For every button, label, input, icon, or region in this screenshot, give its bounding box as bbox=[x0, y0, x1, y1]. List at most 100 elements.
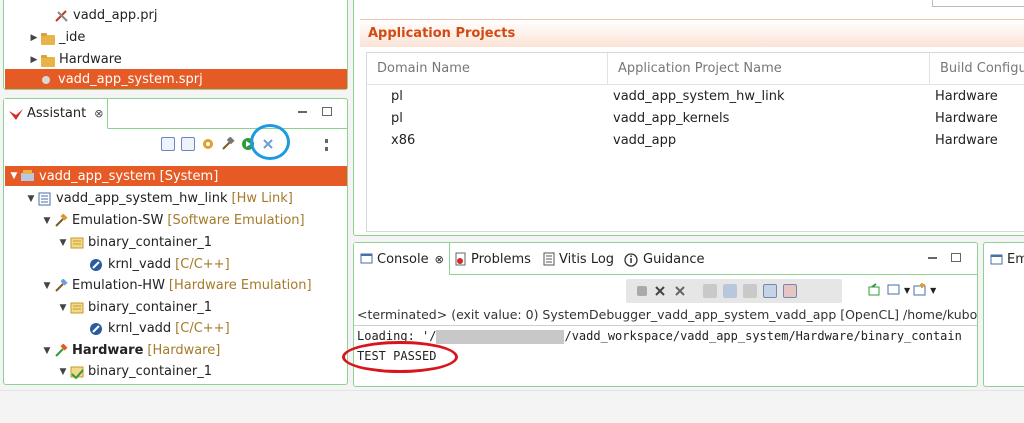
scroll-lock-icon[interactable] bbox=[723, 284, 737, 298]
assistant-panel: Assistant ⊗ ▼ vadd_app_system [System] ▼ bbox=[3, 98, 348, 385]
console-icon bbox=[360, 252, 374, 266]
tree-item-emulation-hw[interactable]: ▼ Emulation-HW [Hardware Emulation] bbox=[41, 275, 312, 296]
kernel-icon bbox=[89, 258, 105, 272]
chevron-down-icon[interactable]: ▼ bbox=[41, 281, 53, 291]
open-console-icon[interactable] bbox=[913, 283, 927, 297]
maximize-icon[interactable] bbox=[951, 253, 961, 262]
tree-item-vadd-app-prj[interactable]: vadd_app.prj bbox=[54, 5, 157, 26]
domain-cell: pl bbox=[391, 111, 403, 126]
show-stderr-icon[interactable] bbox=[783, 284, 797, 298]
tree-item-label: _ide bbox=[59, 30, 86, 45]
console-panel: Console ⊗ Problems Vitis Log Guidance ▼ … bbox=[342, 242, 978, 387]
tree-item-system[interactable]: ▼ vadd_app_system [System] bbox=[5, 166, 347, 186]
tree-item-krnl-vadd-hw-emu[interactable]: krnl_vadd [C/C++] bbox=[89, 318, 230, 339]
tab-strip-line bbox=[450, 274, 977, 275]
column-header[interactable]: Domain Name bbox=[367, 53, 608, 84]
minimize-icon[interactable] bbox=[298, 111, 307, 113]
config-cell: Hardware bbox=[935, 89, 998, 104]
console-icon bbox=[990, 253, 1004, 267]
tab-guidance[interactable]: Guidance bbox=[624, 243, 705, 275]
tree-item-label: Hardware bbox=[59, 52, 122, 67]
maximize-icon[interactable] bbox=[322, 107, 332, 116]
domain-cell: x86 bbox=[391, 133, 416, 148]
project-cell: vadd_app bbox=[613, 133, 677, 148]
expand-all-icon[interactable] bbox=[181, 137, 195, 151]
word-wrap-icon[interactable] bbox=[743, 284, 757, 298]
remove-launch-icon[interactable] bbox=[653, 284, 667, 298]
folder-icon bbox=[40, 31, 56, 45]
tree-item-hardware-folder[interactable]: ▶ Hardware bbox=[28, 49, 122, 70]
chevron-down-icon[interactable]: ▼ bbox=[41, 216, 53, 226]
tab-strip-line bbox=[108, 128, 347, 129]
tree-item-label: vadd_app_system_hw_link bbox=[56, 191, 228, 206]
console-toolbar-right: ▼ ▼ bbox=[864, 283, 936, 297]
console-separator bbox=[354, 325, 977, 326]
assistant-tab[interactable]: Assistant ⊗ bbox=[4, 99, 108, 129]
chevron-right-icon[interactable]: ▶ bbox=[28, 55, 40, 65]
tab-console[interactable]: Console ⊗ bbox=[354, 243, 450, 275]
run-button-highlight-circle bbox=[250, 124, 290, 160]
table-row[interactable]: pl vadd_app_kernels Hardware bbox=[367, 108, 1024, 130]
close-icon[interactable]: ⊗ bbox=[435, 253, 444, 266]
tab-problems[interactable]: Problems bbox=[454, 243, 531, 275]
project-cell: vadd_app_kernels bbox=[613, 111, 730, 126]
log-icon bbox=[542, 252, 556, 266]
tree-item-vadd-app-system-sprj[interactable]: vadd_app_system.sprj bbox=[5, 69, 347, 89]
show-stdout-icon[interactable] bbox=[763, 284, 777, 298]
tree-item-label: Emulation-HW bbox=[72, 278, 165, 293]
close-icon[interactable]: ⊗ bbox=[94, 107, 103, 120]
tab-vitis-log[interactable]: Vitis Log bbox=[542, 243, 614, 275]
view-menu-icon[interactable] bbox=[325, 139, 328, 151]
chevron-right-icon[interactable]: ▶ bbox=[28, 33, 40, 43]
minimize-icon[interactable] bbox=[928, 257, 937, 259]
clear-console-icon[interactable] bbox=[703, 284, 717, 298]
domain-cell: pl bbox=[391, 89, 403, 104]
folder-icon bbox=[40, 53, 56, 67]
output-suffix: /vadd_workspace/vadd_app_system/Hardware… bbox=[564, 329, 962, 343]
collapse-all-icon[interactable] bbox=[161, 137, 175, 151]
chevron-down-icon[interactable]: ▼ bbox=[930, 286, 936, 295]
tree-item-emulation-sw[interactable]: ▼ Emulation-SW [Software Emulation] bbox=[41, 210, 305, 231]
table-row[interactable]: x86 vadd_app Hardware bbox=[367, 130, 1024, 152]
tree-item-hw-link[interactable]: ▼ vadd_app_system_hw_link [Hw Link] bbox=[25, 188, 293, 209]
chevron-down-icon[interactable]: ▼ bbox=[57, 367, 69, 377]
binary-container-icon bbox=[69, 301, 85, 315]
settings-gear-icon[interactable] bbox=[201, 137, 215, 151]
chevron-down-icon[interactable]: ▼ bbox=[57, 303, 69, 313]
hw-link-icon bbox=[37, 192, 53, 206]
top-field[interactable] bbox=[932, 0, 1024, 7]
status-bar bbox=[0, 390, 1024, 423]
tree-item-label: krnl_vadd bbox=[108, 257, 172, 272]
tree-item-binary-container-sw[interactable]: ▼ binary_container_1 bbox=[57, 232, 212, 253]
chevron-down-icon[interactable]: ▼ bbox=[57, 238, 69, 248]
tree-item-annotation: [Hw Link] bbox=[231, 191, 293, 206]
tree-item-ide[interactable]: ▶ _ide bbox=[28, 27, 86, 48]
build-hammer-icon[interactable] bbox=[221, 136, 235, 151]
chevron-down-icon[interactable]: ▼ bbox=[41, 346, 53, 356]
problems-icon bbox=[454, 252, 468, 266]
tree-item-label: Emulation-SW bbox=[72, 213, 164, 228]
right-panel-tab[interactable]: Em bbox=[990, 252, 1024, 267]
tree-item-binary-container-hw[interactable]: ▼ binary_container_1 bbox=[57, 361, 212, 382]
display-console-icon[interactable] bbox=[887, 283, 901, 297]
project-explorer-panel: vadd_app.prj ▶ _ide ▶ Hardware vadd_app_… bbox=[3, 0, 348, 90]
tree-item-hardware-config[interactable]: ▼ Hardware [Hardware] bbox=[41, 340, 220, 361]
tree-item-annotation: [Hardware Emulation] bbox=[168, 278, 312, 293]
prj-file-icon bbox=[54, 9, 70, 23]
info-icon bbox=[624, 252, 640, 267]
chevron-down-icon[interactable]: ▼ bbox=[25, 194, 37, 204]
tab-label: Guidance bbox=[643, 251, 705, 267]
pin-console-icon[interactable] bbox=[867, 283, 881, 297]
tree-item-label: vadd_app.prj bbox=[73, 8, 158, 23]
terminate-icon[interactable] bbox=[637, 286, 647, 296]
table-row[interactable]: pl vadd_app_system_hw_link Hardware bbox=[367, 86, 1024, 108]
chevron-down-icon[interactable]: ▼ bbox=[8, 171, 20, 181]
chevron-down-icon[interactable]: ▼ bbox=[904, 286, 910, 295]
system-project-editor-panel: Application Projects Domain Name Applica… bbox=[353, 0, 1024, 236]
tree-item-annotation: [Software Emulation] bbox=[167, 213, 305, 228]
column-header[interactable]: Build Configu bbox=[930, 53, 1024, 84]
remove-all-icon[interactable] bbox=[673, 284, 687, 298]
tree-item-krnl-vadd-sw[interactable]: krnl_vadd [C/C++] bbox=[89, 254, 230, 275]
tree-item-binary-container-hw-emu[interactable]: ▼ binary_container_1 bbox=[57, 297, 212, 318]
column-header[interactable]: Application Project Name bbox=[608, 53, 930, 84]
